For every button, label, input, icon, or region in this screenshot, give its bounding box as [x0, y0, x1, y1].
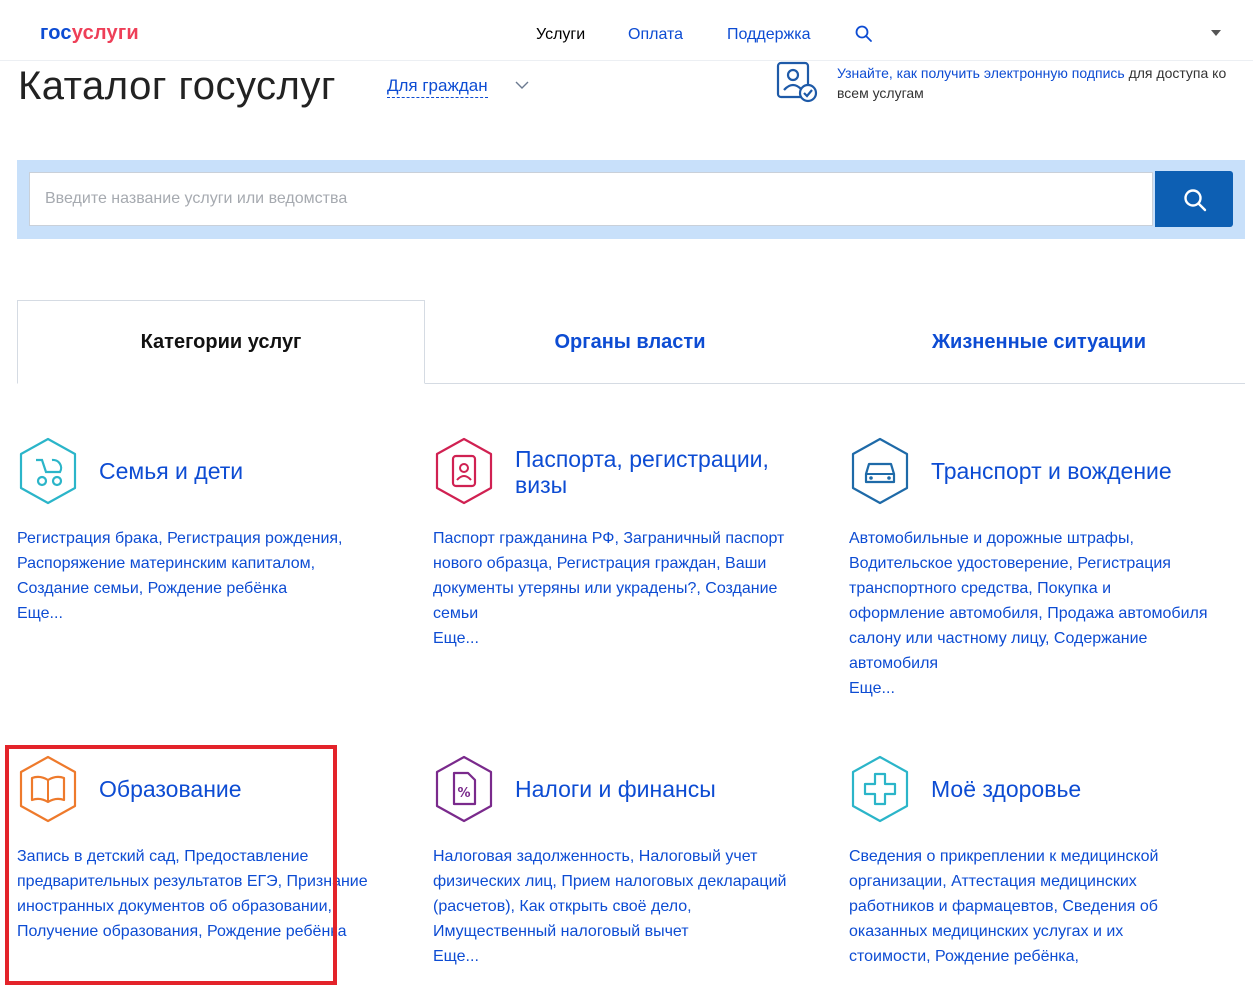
search-button[interactable] [1155, 171, 1233, 227]
category-title[interactable]: Налоги и финансы [515, 776, 716, 802]
category-links: Налоговая задолженность, Налоговый учет … [433, 844, 793, 969]
stroller-icon [19, 437, 77, 505]
category-title[interactable]: Транспорт и вождение [931, 458, 1172, 484]
category-links: Запись в детский сад, Предоставление пре… [17, 848, 368, 940]
book-icon [19, 755, 77, 823]
medical-cross-icon [851, 755, 909, 823]
category-links: Паспорт гражданина РФ, Заграничный паспо… [433, 526, 793, 651]
more-link[interactable]: Еще... [17, 601, 377, 626]
profile-dropdown-caret-icon[interactable] [1211, 30, 1221, 36]
nav-item-support[interactable]: Поддержка [727, 26, 810, 44]
category-title[interactable]: Паспорта, регистрации, визы [515, 446, 813, 498]
more-link[interactable]: Еще... [433, 944, 793, 969]
signature-link[interactable]: Узнайте, как получить электронную подпис… [837, 65, 1125, 81]
category-title[interactable]: Моё здоровье [931, 776, 1081, 802]
electronic-signature-icon [776, 61, 818, 103]
more-link[interactable]: Еще... [849, 676, 1209, 701]
search-icon[interactable] [854, 24, 874, 44]
category-title[interactable]: Семья и дети [99, 458, 243, 484]
tab-service-categories[interactable]: Категории услуг [17, 300, 425, 384]
car-icon [851, 437, 909, 505]
tab-life-situations[interactable]: Жизненные ситуации [835, 300, 1243, 384]
chevron-down-icon[interactable] [515, 80, 529, 90]
audience-selector[interactable]: Для граждан [387, 76, 488, 98]
tab-authorities[interactable]: Органы власти [426, 300, 834, 384]
category-links: Автомобильные и дорожные штрафы, Водител… [849, 526, 1209, 701]
category-title[interactable]: Образование [99, 776, 242, 802]
category-links: Регистрация брака, Регистрация рождения,… [17, 526, 377, 626]
more-link[interactable]: Еще... [433, 626, 793, 651]
search-input[interactable] [29, 172, 1153, 226]
page-title: Каталог госуслуг [18, 64, 336, 108]
tax-document-icon: % [435, 755, 493, 823]
search-icon [1184, 189, 1207, 212]
category-links: Сведения о прикреплении к медицинской ор… [849, 848, 1159, 965]
nav-item-services[interactable]: Услуги [536, 26, 585, 44]
gosuslugi-logo[interactable]: госуслуги [40, 22, 139, 45]
signature-info: Узнайте, как получить электронную подпис… [837, 65, 1227, 101]
nav-item-payment[interactable]: Оплата [628, 26, 683, 44]
passport-icon [435, 437, 493, 505]
svg-text:%: % [457, 786, 470, 801]
top-navigation: госуслуги Услуги Оплата Поддержка [0, 0, 1253, 61]
